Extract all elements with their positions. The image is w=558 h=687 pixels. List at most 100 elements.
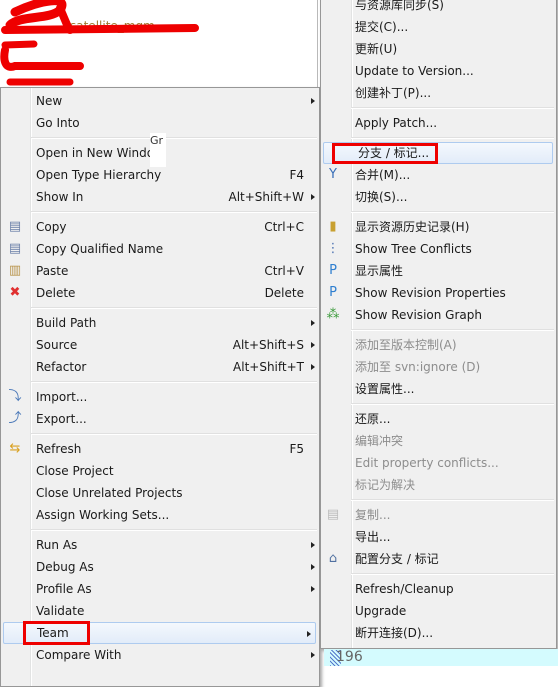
menu-separator <box>321 496 556 504</box>
menu-item-label: Open Type Hierarchy <box>36 168 162 182</box>
menu-item-label: Apply Patch... <box>355 116 438 130</box>
menu-item-label: Open in New Windo <box>36 146 155 160</box>
menu-item-open-type-hierarchy[interactable]: Open Type Hierarchy F4 <box>1 164 319 186</box>
editor-line: 196 <box>324 649 558 666</box>
menu-item-validate[interactable]: Validate <box>1 600 319 622</box>
overlay-fragment: Gr <box>150 133 166 167</box>
shortcut-label: Ctrl+C <box>264 220 304 234</box>
menu-item-label: Show Revision Properties <box>355 286 506 300</box>
menu-item-label: Show Tree Conflicts <box>355 242 472 256</box>
menu-item-build-path[interactable]: Build Path <box>1 312 319 334</box>
menu-separator <box>321 104 556 112</box>
menu-item-profile-as[interactable]: Profile As <box>1 578 319 600</box>
menu-item-item-20[interactable]: 设置属性... <box>321 378 556 400</box>
submenu-arrow-icon <box>311 586 315 592</box>
shortcut-label: Delete <box>264 286 304 300</box>
menu-item-m[interactable]: Y 合并(M)... <box>321 164 556 186</box>
menu-item-label: 配置分支 / 标记 <box>355 552 439 566</box>
submenu-arrow-icon <box>311 364 315 370</box>
menu-item-label: Source <box>36 338 78 352</box>
menu-item-copy-qualified-name[interactable]: ▤ Copy Qualified Name <box>1 238 319 260</box>
menu-item-label: Delete <box>36 286 76 300</box>
menu-separator <box>321 326 556 334</box>
menu-item-label: Close Project <box>36 464 114 478</box>
menu-item-label: 更新(U) <box>355 42 398 56</box>
menu-item-h[interactable]: ▮ 显示资源历史记录(H) <box>321 216 556 238</box>
context-menu: New Go Into Open in New Windo Open Type Hie… <box>0 87 320 687</box>
menu-item-label: Import... <box>36 390 88 404</box>
menu-item-show-revision-graph[interactable]: ⁂ Show Revision Graph <box>321 304 556 326</box>
menu-item-p[interactable]: 创建补丁(P)... <box>321 82 556 104</box>
menu-item-c[interactable]: 提交(C)... <box>321 16 556 38</box>
shortcut-label: Ctrl+V <box>264 264 304 278</box>
submenu-arrow-icon <box>311 564 315 570</box>
properties-icon: P <box>329 263 337 278</box>
menu-item-run-as[interactable]: Run As <box>1 534 319 556</box>
menu-item-item-23: 编辑冲突 <box>321 430 556 452</box>
menu-item-item-28[interactable]: 导出... <box>321 526 556 548</box>
menu-item-import[interactable]: ⤵ Import... <box>1 386 319 408</box>
import-icon: ⤵ <box>8 389 22 404</box>
menu-item-close-project[interactable]: Close Project <box>1 460 319 482</box>
menu-item-refresh[interactable]: ⇆ Refresh F5 <box>1 438 319 460</box>
shortcut-label: Alt+Shift+W <box>228 190 305 204</box>
menu-item-s[interactable]: 与资源库同步(S) <box>321 0 556 16</box>
menu-item-go-into[interactable]: Go Into <box>1 112 319 134</box>
shortcut-label: Alt+Shift+T <box>233 360 304 374</box>
submenu-arrow-icon <box>311 194 315 200</box>
team-submenu: 与资源库同步(S) 提交(C)... 更新(U) Update to Version.… <box>320 0 557 649</box>
menu-item-label: 标记为解决 <box>355 478 416 492</box>
menu-item-u[interactable]: 更新(U) <box>321 38 556 60</box>
menu-item-label: 编辑冲突 <box>355 434 404 448</box>
menu-item-compare-with[interactable]: Compare With <box>1 644 319 666</box>
submenu-arrow-icon <box>311 98 315 104</box>
menu-item-label: 切换(S)... <box>355 190 408 204</box>
menu-item-source[interactable]: Source Alt+Shift+S <box>1 334 319 356</box>
menu-separator <box>1 430 319 438</box>
menu-item-label: Export... <box>36 412 87 426</box>
menu-item-label: Close Unrelated Projects <box>36 486 183 500</box>
menu-separator <box>1 378 319 386</box>
menu-item-label: 添加至版本控制(A) <box>355 338 457 352</box>
menu-item-show-revision-properties[interactable]: P Show Revision Properties <box>321 282 556 304</box>
menu-item-apply-patch[interactable]: Apply Patch... <box>321 112 556 134</box>
menu-item-label: 合并(M)... <box>355 168 411 182</box>
menu-item-new[interactable]: New <box>1 90 319 112</box>
submenu-arrow-icon <box>311 652 315 658</box>
menu-item-label: Show Revision Graph <box>355 308 482 322</box>
menu-item-label: 导出... <box>355 530 391 544</box>
menu-item-label: Debug As <box>36 560 94 574</box>
menu-item-item-27: ▤ 复制... <box>321 504 556 526</box>
menu-item-edit-property-conflicts: Edit property conflicts... <box>321 452 556 474</box>
menu-separator <box>1 526 319 534</box>
copy-icon: ▤ <box>326 507 340 522</box>
menu-item-d[interactable]: 断开连接(D)... <box>321 622 556 644</box>
submenu-arrow-icon <box>311 542 315 548</box>
menu-item-label: Upgrade <box>355 604 407 618</box>
menu-item-item-22[interactable]: 还原... <box>321 408 556 430</box>
menu-item-label: 还原... <box>355 412 391 426</box>
menu-item-s[interactable]: 切换(S)... <box>321 186 556 208</box>
menu-item-show-tree-conflicts[interactable]: ⋮ Show Tree Conflicts <box>321 238 556 260</box>
menu-item-export[interactable]: ⤴ Export... <box>1 408 319 430</box>
menu-item-debug-as[interactable]: Debug As <box>1 556 319 578</box>
menu-item-item-29[interactable]: ⌂ 配置分支 / 标记 <box>321 548 556 570</box>
menu-item-label: Refresh/Cleanup <box>355 582 454 596</box>
menu-item-label: Copy Qualified Name <box>36 242 164 256</box>
menu-item-item-14[interactable]: P 显示属性 <box>321 260 556 282</box>
menu-item-show-in[interactable]: Show In Alt+Shift+W <box>1 186 319 208</box>
menu-item-close-unrelated-projects[interactable]: Close Unrelated Projects <box>1 482 319 504</box>
menu-item-delete[interactable]: ✖ Delete Delete <box>1 282 319 304</box>
menu-item-label: Run As <box>36 538 78 552</box>
menu-item-refresh-cleanup[interactable]: Refresh/Cleanup <box>321 578 556 600</box>
menu-item-label: Show In <box>36 190 84 204</box>
menu-item-upgrade[interactable]: Upgrade <box>321 600 556 622</box>
menu-item-label: Profile As <box>36 582 92 596</box>
menu-item-copy[interactable]: ▤ Copy Ctrl+C <box>1 216 319 238</box>
shortcut-label: F4 <box>289 168 304 182</box>
menu-item-paste[interactable]: ▥ Paste Ctrl+V <box>1 260 319 282</box>
menu-item-assign-working-sets[interactable]: Assign Working Sets... <box>1 504 319 526</box>
menu-item-update-to-version[interactable]: Update to Version... <box>321 60 556 82</box>
menu-item-label: Refactor <box>36 360 87 374</box>
menu-item-refactor[interactable]: Refactor Alt+Shift+T <box>1 356 319 378</box>
